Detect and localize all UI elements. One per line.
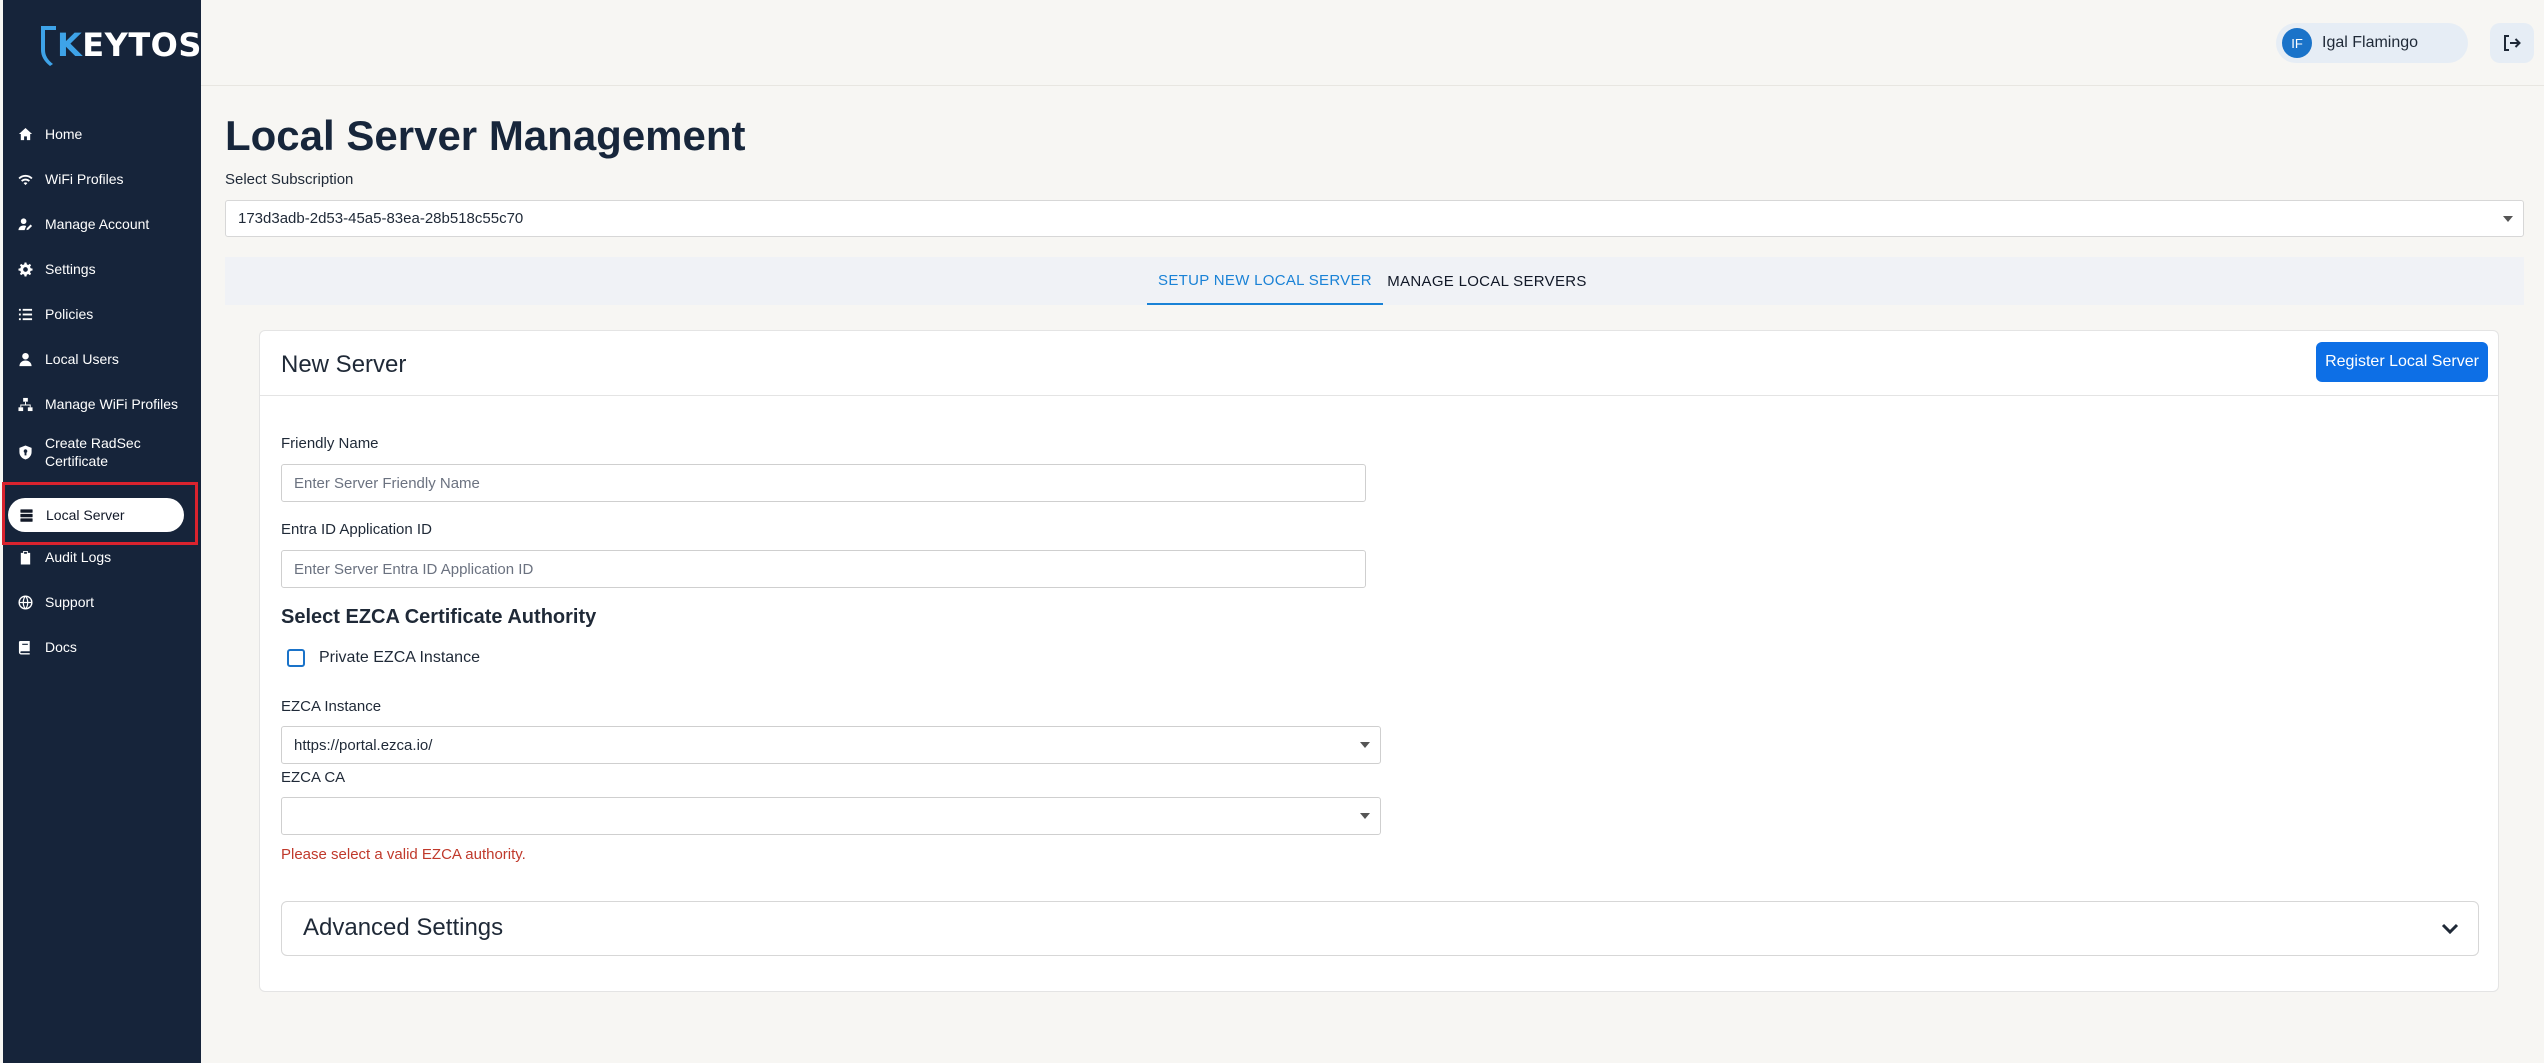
highlight-annotation-box bbox=[2, 482, 198, 545]
sidebar-item-docs[interactable]: Docs bbox=[3, 627, 201, 667]
advanced-settings-title: Advanced Settings bbox=[303, 914, 504, 941]
brand-name: KEYTOS bbox=[57, 26, 202, 64]
logo-shield-icon bbox=[41, 26, 56, 66]
checkbox[interactable] bbox=[287, 649, 305, 667]
user-icon bbox=[16, 351, 34, 367]
list-icon bbox=[16, 306, 34, 322]
tab-setup-new-local-server[interactable]: SETUP NEW LOCAL SERVER bbox=[1147, 257, 1383, 305]
ca-section-title: Select EZCA Certificate Authority bbox=[281, 606, 597, 628]
clipboard-icon bbox=[16, 549, 34, 565]
ezca-instance-value: https://portal.ezca.io/ bbox=[294, 736, 433, 754]
network-icon bbox=[16, 396, 34, 412]
sidebar-item-label: Policies bbox=[45, 306, 94, 322]
keytos-logo: KEYTOS bbox=[37, 22, 202, 68]
sidebar-item-label: WiFi Profiles bbox=[45, 171, 124, 187]
subscription-select[interactable]: 173d3adb-2d53-45a5-83ea-28b518c55c70 bbox=[225, 200, 2524, 237]
app-id-input[interactable]: Enter Server Entra ID Application ID bbox=[281, 550, 1366, 588]
ezca-ca-label: EZCA CA bbox=[281, 769, 346, 786]
sidebar-item-local-users[interactable]: Local Users bbox=[3, 339, 201, 379]
sidebar-item-label: Local Users bbox=[45, 351, 119, 367]
sidebar-item-support[interactable]: Support bbox=[3, 582, 201, 622]
subscription-value: 173d3adb-2d53-45a5-83ea-28b518c55c70 bbox=[238, 210, 524, 227]
caret-down-icon bbox=[1360, 813, 1370, 819]
ezca-ca-select[interactable] bbox=[281, 797, 1381, 835]
sidebar-item-home[interactable]: Home bbox=[3, 114, 201, 154]
page-title: Local Server Management bbox=[225, 112, 746, 159]
friendly-name-label: Friendly Name bbox=[281, 435, 379, 452]
sidebar-item-label: Settings bbox=[45, 261, 96, 277]
logout-button[interactable] bbox=[2490, 23, 2534, 63]
subscription-label: Select Subscription bbox=[225, 171, 354, 188]
globe-icon bbox=[16, 594, 34, 610]
sidebar-item-manage-account[interactable]: Manage Account bbox=[3, 204, 201, 244]
ezca-instance-label: EZCA Instance bbox=[281, 698, 382, 715]
private-ezca-checkbox[interactable]: Private EZCA Instance bbox=[287, 649, 480, 667]
logout-icon bbox=[2504, 35, 2521, 51]
sidebar-item-label: Support bbox=[45, 594, 95, 610]
app-id-label: Entra ID Application ID bbox=[281, 521, 432, 538]
shield-icon bbox=[16, 444, 34, 460]
caret-down-icon bbox=[1360, 742, 1370, 748]
user-menu-button[interactable]: IF Igal Flamingo bbox=[2276, 23, 2468, 63]
user-edit-icon bbox=[16, 216, 34, 232]
caret-down-icon bbox=[2503, 215, 2513, 222]
gear-icon bbox=[16, 261, 34, 277]
card-header: New Server Register Local Server bbox=[260, 331, 2498, 396]
ezca-instance-select[interactable]: https://portal.ezca.io/ bbox=[281, 726, 1381, 764]
sidebar-item-label: Home bbox=[45, 126, 83, 142]
ezca-error-message: Please select a valid EZCA authority. bbox=[281, 846, 526, 863]
advanced-settings-accordion[interactable]: Advanced Settings bbox=[281, 901, 2479, 956]
sidebar-item-label: Manage WiFi Profiles bbox=[45, 396, 179, 412]
tab-manage-local-servers[interactable]: MANAGE LOCAL SERVERS bbox=[1383, 257, 1591, 305]
wifi-icon bbox=[16, 171, 34, 187]
sidebar-item-label: Audit Logs bbox=[45, 549, 112, 565]
register-local-server-button[interactable]: Register Local Server bbox=[2316, 342, 2488, 382]
sidebar-item-settings[interactable]: Settings bbox=[3, 249, 201, 289]
top-header: IF Igal Flamingo bbox=[201, 0, 2544, 86]
chevron-down-icon bbox=[2441, 923, 2459, 935]
sidebar-item-label: Create RadSec Certificate bbox=[45, 435, 141, 469]
sidebar-item-create-radsec-certificate[interactable]: Create RadSec Certificate bbox=[3, 428, 201, 476]
user-name: Igal Flamingo bbox=[2322, 34, 2419, 51]
new-server-card: New Server Register Local Server Friendl… bbox=[259, 330, 2499, 992]
sidebar-item-wifi-profiles[interactable]: WiFi Profiles bbox=[3, 159, 201, 199]
tab-bar: SETUP NEW LOCAL SERVER MANAGE LOCAL SERV… bbox=[225, 257, 2524, 305]
home-icon bbox=[16, 126, 34, 142]
card-title: New Server bbox=[281, 351, 407, 378]
book-icon bbox=[16, 639, 34, 655]
sidebar-item-policies[interactable]: Policies bbox=[3, 294, 201, 334]
sidebar-item-label: Manage Account bbox=[45, 216, 150, 232]
friendly-name-input[interactable]: Enter Server Friendly Name bbox=[281, 464, 1366, 502]
sidebar-item-label: Docs bbox=[45, 639, 77, 655]
avatar: IF bbox=[2282, 28, 2312, 58]
sidebar-item-manage-wifi-profiles[interactable]: Manage WiFi Profiles bbox=[3, 384, 201, 424]
checkbox-label: Private EZCA Instance bbox=[319, 649, 480, 666]
